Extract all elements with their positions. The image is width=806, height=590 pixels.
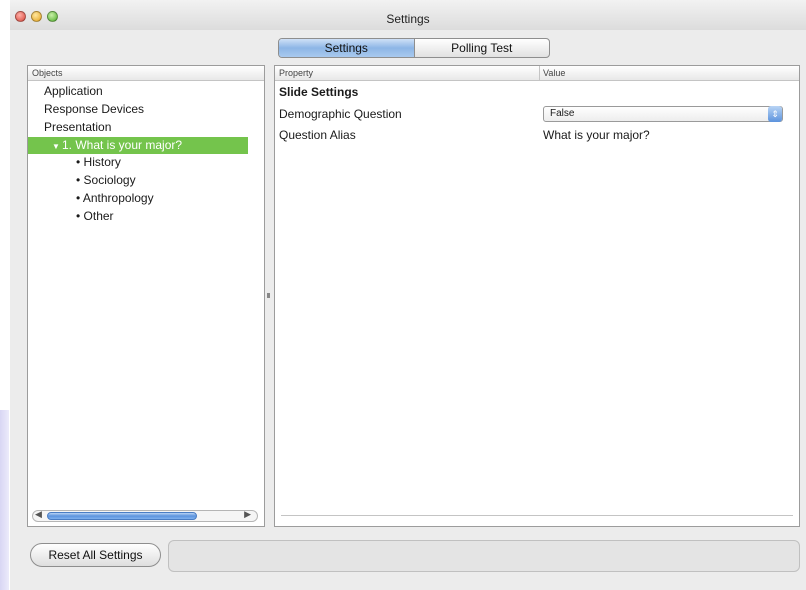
settings-window: Settings Settings Polling Test Objects A… xyxy=(10,0,806,590)
scroll-left-icon[interactable]: ◀ xyxy=(35,509,42,520)
reset-all-settings-button[interactable]: Reset All Settings xyxy=(30,543,161,567)
tree-item-sociology[interactable]: • Sociology xyxy=(28,172,312,189)
tree-item-label: 1. What is your major? xyxy=(62,138,183,152)
split-handle[interactable] xyxy=(267,293,270,298)
tab-bar: Settings Polling Test xyxy=(278,38,550,58)
tree-item-application[interactable]: Application xyxy=(28,83,280,100)
scroll-right-icon[interactable]: ▶ xyxy=(244,509,251,520)
horizontal-scrollbar[interactable]: ◀ ▶ xyxy=(32,509,258,522)
property-column-header[interactable]: Property xyxy=(279,68,313,78)
section-title: Slide Settings xyxy=(279,85,359,99)
tree-item-label: • Sociology xyxy=(76,173,136,187)
tree-item-history[interactable]: • History xyxy=(28,154,312,171)
question-alias-value[interactable]: What is your major? xyxy=(543,128,650,142)
column-divider[interactable] xyxy=(539,66,540,80)
window-title: Settings xyxy=(386,12,430,26)
property-label-alias: Question Alias xyxy=(279,128,356,142)
tree-item-label: • History xyxy=(76,155,121,169)
properties-header: Property Value xyxy=(275,66,799,81)
panel-bottom-edge xyxy=(281,515,793,520)
value-column-header[interactable]: Value xyxy=(543,68,565,78)
status-area xyxy=(168,540,800,572)
tree-item-label: • Other xyxy=(76,209,114,223)
tab-polling-test[interactable]: Polling Test xyxy=(415,39,550,57)
tree-item-response-devices[interactable]: Response Devices xyxy=(28,101,280,118)
tree-item-label: Application xyxy=(44,84,103,98)
demographic-question-select[interactable]: False ⇕ xyxy=(543,106,783,122)
objects-panel: Objects Application Response Devices Pre… xyxy=(27,65,265,527)
tree-item-label: Presentation xyxy=(44,120,112,134)
tree-item-label: Response Devices xyxy=(44,102,145,116)
stepper-icon[interactable]: ⇕ xyxy=(768,106,782,122)
tab-settings[interactable]: Settings xyxy=(279,39,415,57)
property-label-demographic: Demographic Question xyxy=(279,107,402,121)
scroll-thumb[interactable] xyxy=(47,512,197,520)
objects-column-header[interactable]: Objects xyxy=(28,66,264,81)
select-value: False xyxy=(550,108,575,119)
desktop-edge xyxy=(0,410,9,590)
title-bar[interactable]: Settings xyxy=(10,0,806,30)
tree-item-question-1[interactable]: ▼ 1. What is your major? xyxy=(28,137,248,154)
tree-item-label: • Anthropology xyxy=(76,191,154,205)
properties-panel: Property Value Slide Settings Demographi… xyxy=(274,65,800,527)
tree-item-anthropology[interactable]: • Anthropology xyxy=(28,190,312,207)
triangle-down-icon[interactable]: ▼ xyxy=(52,138,62,155)
tree-item-other[interactable]: • Other xyxy=(28,208,312,225)
tree-item-presentation[interactable]: Presentation xyxy=(28,119,280,136)
